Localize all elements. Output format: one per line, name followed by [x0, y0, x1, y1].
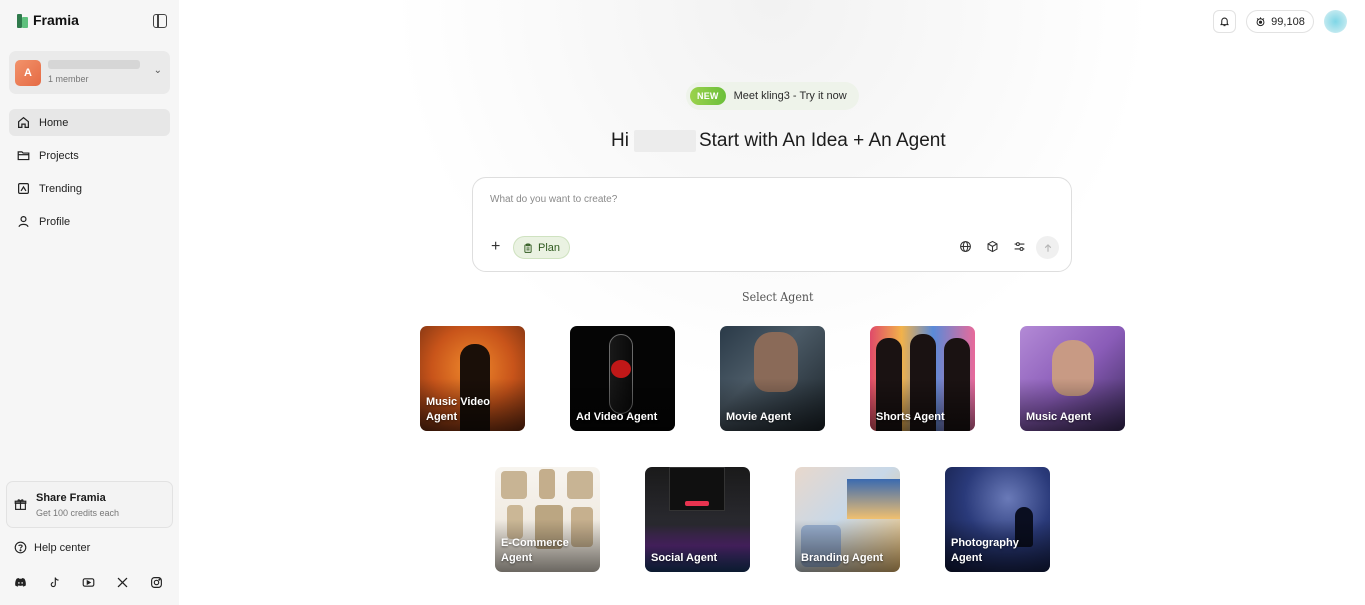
share-title: Share Framia [36, 492, 106, 504]
agent-card-music-video[interactable]: Music Video Agent [420, 326, 525, 431]
youtube-icon[interactable] [82, 576, 95, 589]
sidebar-item-home[interactable]: Home [9, 109, 170, 136]
agent-label: Social Agent [651, 552, 718, 564]
user-name-redacted [633, 130, 696, 152]
x-icon[interactable] [116, 576, 129, 589]
sidebar-item-projects[interactable]: Projects [9, 142, 170, 169]
sidebar-item-label: Trending [39, 182, 83, 195]
sidebar-item-label: Home [39, 116, 69, 129]
agent-card-photography[interactable]: Photography Agent [945, 467, 1050, 572]
plan-mode-chip[interactable]: Plan [513, 236, 570, 259]
prompt-composer: + Plan [472, 177, 1072, 272]
arrow-up-icon [1044, 243, 1051, 252]
agent-label: Photography Agent [951, 537, 1019, 564]
add-attachment-icon[interactable]: + [491, 239, 500, 255]
agent-card-movie[interactable]: Movie Agent [720, 326, 825, 431]
agent-card-branding[interactable]: Branding Agent [795, 467, 900, 572]
greeting-text: Hi [611, 130, 629, 151]
user-icon [17, 215, 30, 228]
select-agent-title: Select Agent [742, 290, 814, 304]
agent-card-music[interactable]: Music Agent [1020, 326, 1125, 431]
new-badge: NEW [690, 87, 726, 105]
discord-icon[interactable] [14, 576, 27, 589]
prompt-input[interactable] [490, 194, 1050, 205]
agent-card-shorts[interactable]: Shorts Agent [870, 326, 975, 431]
folder-icon [17, 149, 30, 162]
bell-icon [1220, 17, 1229, 27]
agent-label: Music Video Agent [426, 396, 490, 423]
gift-icon [14, 499, 27, 510]
help-center-label: Help center [34, 541, 91, 554]
agent-card-ad-video[interactable]: Ad Video Agent [570, 326, 675, 431]
sidebar-item-label: Profile [39, 215, 71, 228]
sidebar-nav: Home Projects Trending Profile [9, 109, 170, 241]
workspace-switcher[interactable]: A 1 member ⌄ [9, 51, 170, 94]
agent-label: Ad Video Agent [576, 411, 658, 423]
announcement-pill[interactable]: NEW Meet kling3 - Try it now [686, 82, 859, 110]
agent-label: E-Commerce Agent [501, 537, 569, 564]
app-name: Framia [33, 12, 79, 28]
trending-icon [17, 182, 30, 195]
plan-label: Plan [537, 241, 561, 254]
agent-label: Branding Agent [801, 552, 884, 564]
home-icon [17, 116, 30, 129]
headline-text: Start with An Idea + An Agent [698, 130, 946, 151]
sidebar-item-label: Projects [39, 149, 79, 162]
agent-card-ecommerce[interactable]: E-Commerce Agent [495, 467, 600, 572]
logo[interactable]: Framia [17, 12, 79, 28]
agent-label: Shorts Agent [876, 411, 945, 423]
tiktok-icon[interactable] [48, 576, 61, 589]
announcement-text: Meet kling3 - Try it now [733, 90, 847, 102]
credits-icon [1256, 17, 1265, 27]
share-framia-card[interactable]: Share Framia Get 100 credits each [6, 481, 173, 528]
settings-sliders-icon[interactable] [1013, 240, 1026, 253]
sidebar-item-trending[interactable]: Trending [9, 175, 170, 202]
instagram-icon[interactable] [150, 576, 163, 589]
clipboard-icon [524, 242, 532, 253]
credits-amount: 99,108 [1271, 15, 1305, 28]
agent-label: Movie Agent [726, 411, 791, 423]
sidebar-item-profile[interactable]: Profile [9, 208, 170, 235]
chevron-down-icon: ⌄ [153, 65, 162, 76]
agent-card-social[interactable]: Social Agent [645, 467, 750, 572]
agent-label: Music Agent [1026, 411, 1091, 423]
globe-icon[interactable] [959, 240, 972, 253]
notifications-button[interactable] [1213, 10, 1236, 33]
workspace-avatar: A [15, 60, 41, 86]
help-icon [14, 541, 27, 554]
page-title: Hi Start with An Idea + An Agent [611, 130, 946, 152]
sidebar-toggle-icon[interactable] [153, 14, 167, 28]
send-button[interactable] [1036, 236, 1059, 259]
sidebar: Framia A 1 member ⌄ Home Projects Trendi… [0, 0, 179, 605]
credits-badge[interactable]: 99,108 [1246, 10, 1314, 33]
help-center-link[interactable]: Help center [14, 541, 90, 554]
share-subtitle: Get 100 credits each [36, 508, 120, 518]
social-links [14, 576, 163, 589]
cube-icon[interactable] [986, 240, 999, 253]
workspace-members: 1 member [48, 74, 89, 84]
workspace-name-redacted [48, 60, 140, 69]
framia-logo-icon [17, 13, 28, 28]
user-avatar[interactable] [1324, 10, 1347, 33]
